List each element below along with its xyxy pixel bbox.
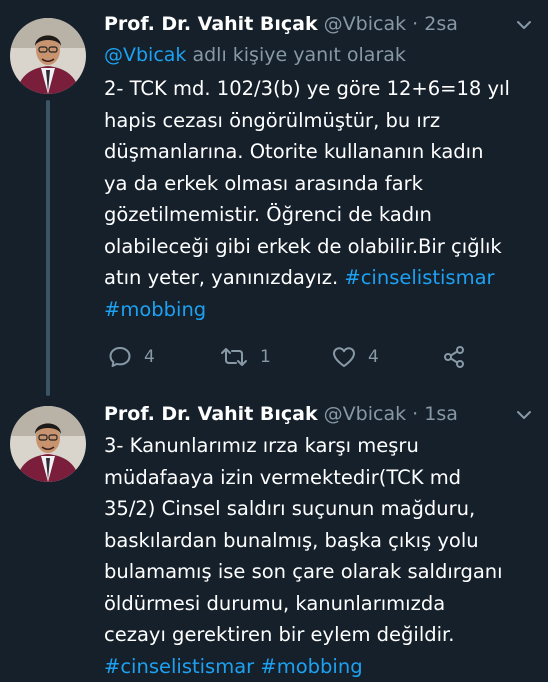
- thread-line: [46, 100, 50, 396]
- tweet-text-line: 35/2) Cinsel saldırı suçunun mağduru,: [104, 493, 534, 525]
- like-button[interactable]: 4: [332, 342, 379, 372]
- share-button[interactable]: [442, 342, 466, 372]
- author-name[interactable]: Prof. Dr. Vahit Bıçak: [104, 403, 318, 425]
- tweet-text: 3- Kanunlarımız ırza karşı meşru müdafaa…: [104, 430, 534, 682]
- tweet-body: Prof. Dr. Vahit Bıçak @Vbicak · 1sa 3- K…: [104, 398, 534, 682]
- avatar[interactable]: [10, 18, 86, 94]
- tweet-text-line: müdafaaya izin vermektedir(TCK md: [104, 462, 534, 494]
- tweet-time[interactable]: 1sa: [424, 403, 458, 425]
- like-count: 4: [368, 347, 379, 367]
- reply-button[interactable]: 4: [108, 342, 155, 372]
- tweet-text-line: 2- TCK md. 102/3(b) ye göre 12+6=18 yıl: [104, 73, 534, 105]
- share-icon: [442, 345, 466, 369]
- retweet-count: 1: [260, 347, 271, 367]
- reply-to-label: adlı kişiye yanıt olarak: [186, 44, 405, 66]
- tweet-text-line: bulamamış ise son çare olarak saldırganı: [104, 556, 534, 588]
- retweet-button[interactable]: 1: [220, 342, 271, 372]
- tweet-text-line: #cinselistismar #mobbing: [104, 651, 534, 682]
- tweet-text-line: olabileceği gibi erkek de olabilir.Bir ç…: [104, 231, 534, 263]
- tweet-text-line: düşmanlarına. Otorite kullananın kadın: [104, 136, 534, 168]
- hashtag-link[interactable]: #cinselistismar: [344, 266, 494, 289]
- tweet-text-line: #mobbing: [104, 294, 534, 326]
- reply-icon: [108, 346, 132, 368]
- retweet-icon: [220, 346, 248, 368]
- hashtag-link[interactable]: #mobbing: [260, 655, 362, 678]
- author-handle[interactable]: @Vbicak: [324, 403, 406, 425]
- separator-dot: ·: [412, 403, 418, 425]
- tweet-text-line: ya da erkek olması arasında fark: [104, 168, 534, 200]
- tweet-text-line: öldürmesi durumu, kanunlarımızda: [104, 588, 534, 620]
- hashtag-link[interactable]: #mobbing: [104, 298, 206, 321]
- hashtag-link[interactable]: #cinselistismar: [104, 655, 254, 678]
- tweet-actions: 4 1 4: [104, 342, 524, 372]
- tweet-text-line: baskılardan bunalmış, başka çıkış yolu: [104, 525, 534, 557]
- tweet-header: Prof. Dr. Vahit Bıçak @Vbicak · 2sa: [104, 8, 534, 40]
- tweet-text: 2- TCK md. 102/3(b) ye göre 12+6=18 yıl …: [104, 73, 534, 325]
- separator-dot: ·: [412, 13, 418, 35]
- tweet[interactable]: Prof. Dr. Vahit Bıçak @Vbicak · 1sa 3- K…: [0, 396, 548, 680]
- reply-context: @Vbicak adlı kişiye yanıt olarak: [104, 40, 534, 70]
- author-handle[interactable]: @Vbicak: [324, 13, 406, 35]
- tweet-text-line: gözetilmemistir. Öğrenci de kadın: [104, 199, 534, 231]
- tweet-text-segment: atın yeter, yanınızdayız.: [104, 266, 344, 289]
- reply-count: 4: [144, 347, 155, 367]
- avatar-photo: [10, 406, 86, 482]
- tweet-text-line: atın yeter, yanınızdayız. #cinselistisma…: [104, 262, 534, 294]
- tweet-text-line: hapis cezası öngörülmüştür, bu ırz: [104, 105, 534, 137]
- avatar-photo: [10, 18, 86, 94]
- tweet-time[interactable]: 2sa: [424, 13, 458, 35]
- reply-to-mention[interactable]: @Vbicak: [104, 44, 186, 66]
- tweet-body: Prof. Dr. Vahit Bıçak @Vbicak · 2sa @Vbi…: [104, 8, 534, 325]
- chevron-down-icon[interactable]: [516, 398, 532, 430]
- tweet-header: Prof. Dr. Vahit Bıçak @Vbicak · 1sa: [104, 398, 534, 430]
- author-name[interactable]: Prof. Dr. Vahit Bıçak: [104, 13, 318, 35]
- chevron-down-icon[interactable]: [516, 8, 532, 40]
- tweet[interactable]: Prof. Dr. Vahit Bıçak @Vbicak · 2sa @Vbi…: [0, 0, 548, 396]
- avatar[interactable]: [10, 406, 86, 482]
- tweet-text-line: cezayı gerektiren bir eylem değildir.: [104, 619, 534, 651]
- tweet-text-line: 3- Kanunlarımız ırza karşı meşru: [104, 430, 534, 462]
- heart-icon: [332, 346, 356, 368]
